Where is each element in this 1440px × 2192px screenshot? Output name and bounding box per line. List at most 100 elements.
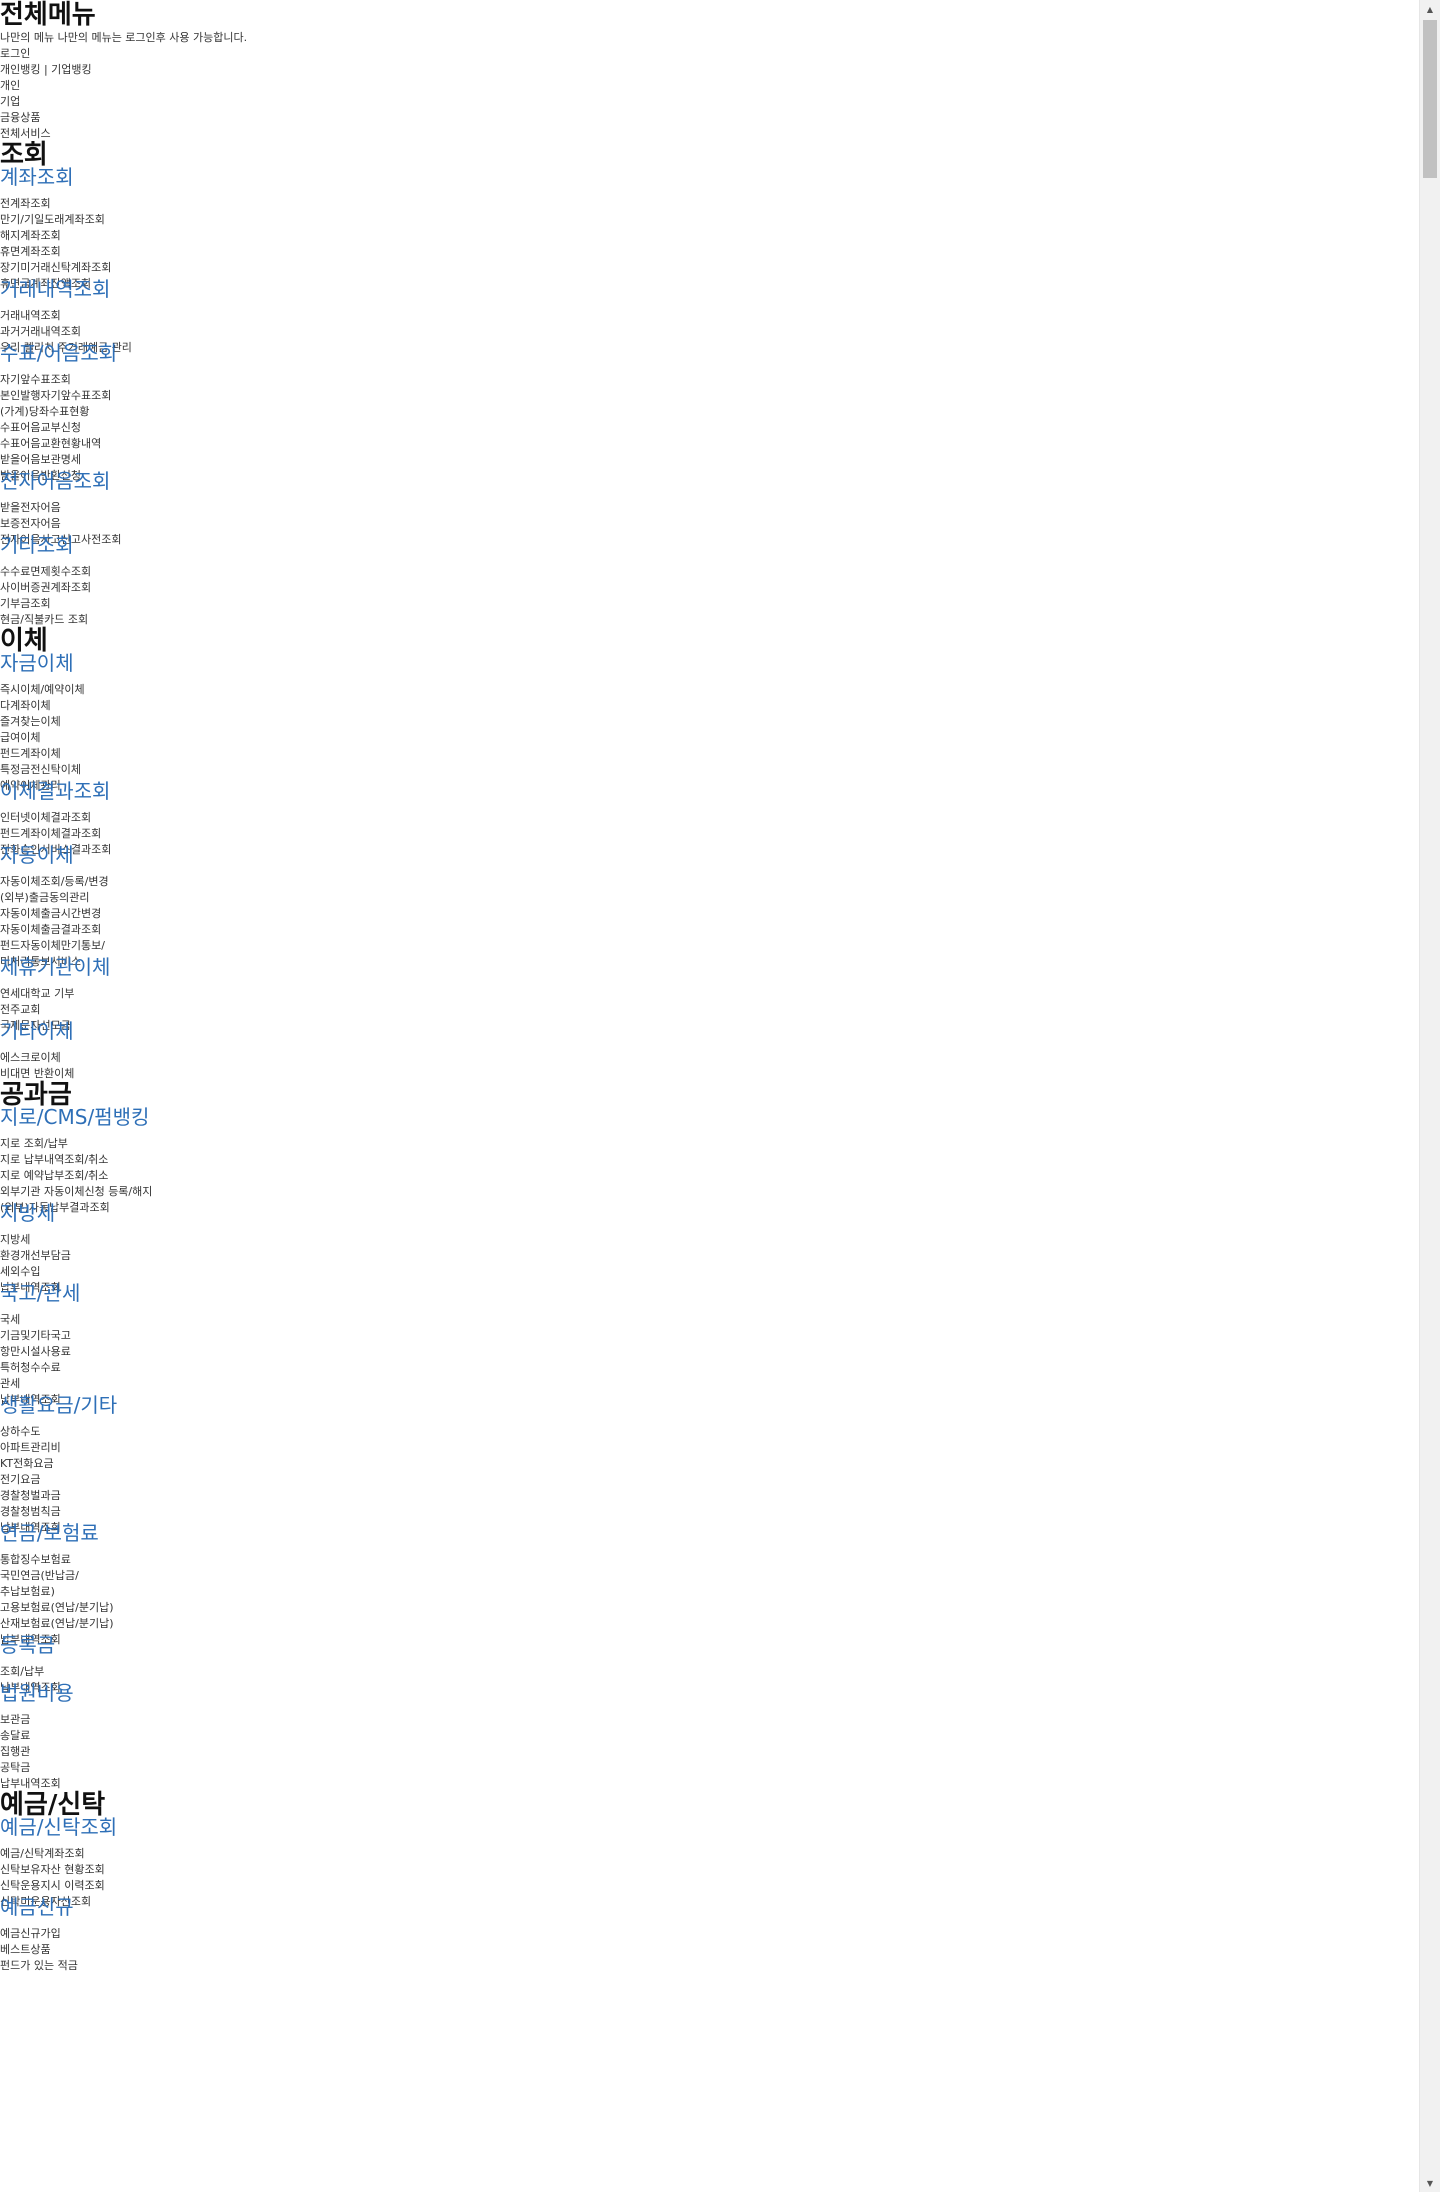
menu-item-link[interactable]: 예금/신탁계좌조회 [0,1846,1420,1862]
menu-group-title[interactable]: 제휴기관이체 [0,956,1420,978]
scroll-thumb[interactable] [1423,20,1437,178]
menu-item-link[interactable]: 다계좌이체 [0,698,1420,714]
menu-item-link[interactable]: 세외수입 [0,1264,1420,1280]
menu-item-link[interactable]: 특허청수수료 [0,1360,1420,1376]
menu-item-link[interactable]: 연세대학교 기부 [0,986,1420,1002]
menu-group-title[interactable]: 자동이체 [0,844,1420,866]
menu-item-link[interactable]: 기부금조회 [0,596,1420,612]
menu-item-link[interactable]: 즐겨찾는이체 [0,714,1420,730]
menu-item-link[interactable]: 상하수도 [0,1424,1420,1440]
products-link[interactable]: 금융상품 [0,110,1420,126]
menu-item-link[interactable]: 지로 납부내역조회/취소 [0,1152,1420,1168]
menu-item-link[interactable]: 집행관 [0,1744,1420,1760]
menu-item-link[interactable]: 비대면 반환이체 [0,1066,1420,1082]
scroll-up-icon[interactable]: ▲ [1420,0,1440,18]
menu-item-link[interactable]: 추납보험료) [0,1584,1420,1600]
menu-group-title[interactable]: 생활요금/기타 [0,1394,1420,1416]
menu-item-link[interactable]: 만기/기일도래계좌조회 [0,212,1420,228]
menu-group-title[interactable]: 지로/CMS/펌뱅킹 [0,1106,1420,1128]
menu-item-link[interactable]: 납부내역조회 [0,1776,1420,1792]
menu-item-link[interactable]: 해지계좌조회 [0,228,1420,244]
menu-group-title[interactable]: 거래내역조회 [0,278,1420,300]
menu-item-link[interactable]: 고용보험료(연납/분기납) [0,1600,1420,1616]
menu-item-link[interactable]: 수수료면제횟수조회 [0,564,1420,580]
menu-item-link[interactable]: 에스크로이체 [0,1050,1420,1066]
menu-item-link[interactable]: 아파트관리비 [0,1440,1420,1456]
menu-item-link[interactable]: 국민연금(반납금/ [0,1568,1420,1584]
menu-item-link[interactable]: 관세 [0,1376,1420,1392]
menu-group-title[interactable]: 기타이체 [0,1020,1420,1042]
menu-item-link[interactable]: 외부기관 자동이체신청 등록/해지 [0,1184,1420,1200]
menu-item-link[interactable]: 보관금 [0,1712,1420,1728]
menu-item-link[interactable]: 인터넷이체결과조회 [0,810,1420,826]
menu-group-title[interactable]: 계좌조회 [0,166,1420,188]
menu-group-title[interactable]: 기타조회 [0,534,1420,556]
menu-group-title[interactable]: 법원비용 [0,1682,1420,1704]
banking-switch-link[interactable]: 개인뱅킹 | 기업뱅킹 [0,62,1420,78]
menu-item-link[interactable]: 사이버증권계좌조회 [0,580,1420,596]
all-services-link[interactable]: 전체서비스 [0,126,1420,142]
menu-item-link[interactable]: 예금신규가입 [0,1926,1420,1942]
menu-item-link[interactable]: 펀드자동이체만기통보/ [0,938,1420,954]
menu-group-title[interactable]: 자금이체 [0,652,1420,674]
menu-item-link[interactable]: 펀드계좌이체결과조회 [0,826,1420,842]
menu-group-title[interactable]: 지방세 [0,1202,1420,1224]
menu-group-title[interactable]: 등록금 [0,1634,1420,1656]
menu-item-link[interactable]: 본인발행자기앞수표조회 [0,388,1420,404]
menu-item-link[interactable]: (외부)출금동의관리 [0,890,1420,906]
vertical-scrollbar[interactable]: ▲ ▼ [1419,0,1440,2192]
menu-item-link[interactable]: 환경개선부담금 [0,1248,1420,1264]
menu-item-link[interactable]: 전계좌조회 [0,196,1420,212]
menu-item-link[interactable]: 거래내역조회 [0,308,1420,324]
menu-item-link[interactable]: 항만시설사용료 [0,1344,1420,1360]
menu-item-link[interactable]: 기금및기타국고 [0,1328,1420,1344]
menu-item-link[interactable]: 경찰청범칙금 [0,1504,1420,1520]
menu-item-link[interactable]: 휴면계좌조회 [0,244,1420,260]
menu-item-link[interactable]: 펀드계좌이체 [0,746,1420,762]
menu-item-link[interactable]: 산재보험료(연납/분기납) [0,1616,1420,1632]
menu-item-link[interactable]: 수표어음교부신청 [0,420,1420,436]
menu-item-link[interactable]: 받을어음보관명세 [0,452,1420,468]
menu-item-link[interactable]: 전기요금 [0,1472,1420,1488]
business-link[interactable]: 기업 [0,94,1420,110]
menu-group-title[interactable]: 이체결과조회 [0,780,1420,802]
menu-item-link[interactable]: 즉시이체/예약이체 [0,682,1420,698]
menu-item-link[interactable]: 수표어음교환현황내역 [0,436,1420,452]
menu-item-link[interactable]: 송달료 [0,1728,1420,1744]
menu-item-link[interactable]: 자동이체출금시간변경 [0,906,1420,922]
menu-item-link[interactable]: 전주교회 [0,1002,1420,1018]
login-link[interactable]: 로그인 [0,46,1420,62]
menu-item-link[interactable]: 베스트상품 [0,1942,1420,1958]
menu-item-link[interactable]: 자기앞수표조회 [0,372,1420,388]
menu-item-link[interactable]: (가계)당좌수표현황 [0,404,1420,420]
menu-item-link[interactable]: 지방세 [0,1232,1420,1248]
menu-item-link[interactable]: 특정금전신탁이체 [0,762,1420,778]
menu-item-link[interactable]: 신탁운용지시 이력조회 [0,1878,1420,1894]
menu-item-link[interactable]: 지로 조회/납부 [0,1136,1420,1152]
menu-item-link[interactable]: 과거거래내역조회 [0,324,1420,340]
scroll-down-icon[interactable]: ▼ [1420,2174,1440,2192]
menu-item-link[interactable]: 통합징수보험료 [0,1552,1420,1568]
menu-item-link[interactable]: 공탁금 [0,1760,1420,1776]
menu-item-link[interactable]: 펀드가 있는 적금 [0,1958,1420,1974]
personal-link[interactable]: 개인 [0,78,1420,94]
menu-item-link[interactable]: 신탁보유자산 현황조회 [0,1862,1420,1878]
menu-group-title[interactable]: 국고/관세 [0,1282,1420,1304]
menu-group-title[interactable]: 예금신규 [0,1896,1420,1918]
menu-group-title[interactable]: 연금/보험료 [0,1522,1420,1544]
menu-group-title[interactable]: 예금/신탁조회 [0,1816,1420,1838]
menu-item-link[interactable]: 조회/납부 [0,1664,1420,1680]
menu-item-link[interactable]: 장기미거래신탁계좌조회 [0,260,1420,276]
menu-item-link[interactable]: 경찰청벌과금 [0,1488,1420,1504]
menu-item-link[interactable]: 보증전자어음 [0,516,1420,532]
menu-item-link[interactable]: 자동이체출금결과조회 [0,922,1420,938]
menu-item-link[interactable]: 급여이체 [0,730,1420,746]
menu-item-link[interactable]: 현금/직불카드 조회 [0,612,1420,628]
menu-item-link[interactable]: 받을전자어음 [0,500,1420,516]
menu-item-link[interactable]: 국세 [0,1312,1420,1328]
menu-group-title[interactable]: 수표/어음조회 [0,342,1420,364]
menu-group-title[interactable]: 전자어음조회 [0,470,1420,492]
menu-item-link[interactable]: KT전화요금 [0,1456,1420,1472]
menu-item-link[interactable]: 지로 예약납부조회/취소 [0,1168,1420,1184]
menu-item-link[interactable]: 자동이체조회/등록/변경 [0,874,1420,890]
